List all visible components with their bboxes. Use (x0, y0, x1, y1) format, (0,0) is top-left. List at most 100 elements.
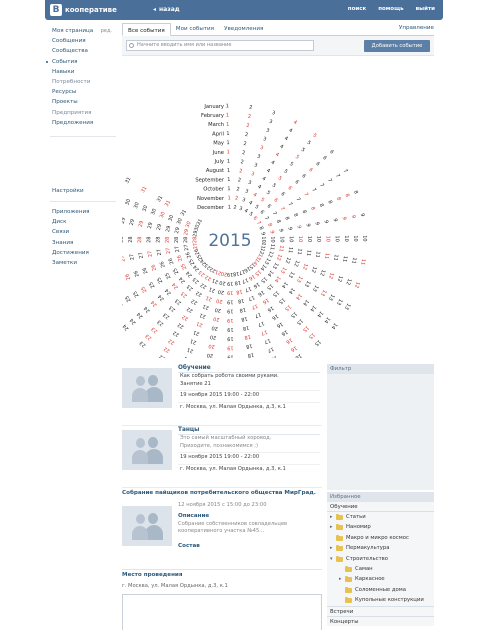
event-datetime: 19 ноября 2015 19:00 - 22:00 (178, 390, 320, 400)
tab-notifications[interactable]: Уведомления (219, 22, 268, 35)
calendar-day: 14 (315, 310, 324, 319)
event-address: г. Москва, ул. Малая Ордынка, д.3, к.1 (178, 463, 320, 474)
event-title[interactable]: Обучение (178, 364, 320, 373)
calendar-day: 25 (172, 267, 180, 276)
sidebar-divider (50, 135, 116, 137)
tab-my-events[interactable]: Мои события (171, 22, 219, 35)
top-link-logout[interactable]: выйти (416, 6, 435, 12)
category-item[interactable]: Купольные конструкции (327, 595, 434, 605)
calendar-month-label: June (212, 150, 224, 156)
calendar-day: 29 (165, 225, 172, 232)
search-input[interactable]: Начните вводить имя или название (126, 40, 314, 51)
sidebar-extra-item-0[interactable]: Приложения (46, 207, 116, 217)
sidebar-item-3[interactable]: События (46, 57, 116, 67)
back-link[interactable]: ◂ назад (153, 6, 180, 13)
category-section[interactable]: Обучение (327, 502, 434, 512)
meeting-title[interactable]: Собрание пайщиков потребительского общес… (122, 490, 332, 496)
sidebar-item-1[interactable]: Сообщения (46, 36, 116, 46)
sidebar-item-2[interactable]: Сообщества (46, 46, 116, 56)
chevron-down-icon[interactable]: ▾ (330, 554, 333, 564)
sidebar-item-label: Приложения (52, 209, 90, 216)
category-item[interactable]: ▸ Статьи (327, 512, 434, 522)
category-item[interactable]: ▸ Пермакультура (327, 543, 434, 553)
meeting-composition-link[interactable]: Состав (178, 543, 200, 549)
venue-map[interactable] (122, 594, 322, 630)
category-concerts[interactable]: Концерты (327, 615, 434, 626)
calendar-day: 3 (244, 188, 249, 195)
category-item[interactable]: ▾ Строительство (327, 554, 434, 564)
calendar-day: 17 (263, 337, 271, 345)
calendar-month-label: December (197, 205, 225, 211)
sidebar-item-7[interactable]: Проекты (46, 97, 116, 107)
sidebar-item-9[interactable]: Предложения (46, 118, 116, 128)
sidebar-item-8[interactable]: Предприятия (46, 108, 116, 118)
logo[interactable]: В кооперативе (50, 4, 117, 16)
tab-all-events[interactable]: Все события (122, 23, 171, 36)
calendar-day: 23 (162, 311, 171, 320)
calendar-day: 5 (253, 204, 259, 211)
sidebar-item-settings[interactable]: Настройки (46, 186, 116, 196)
calendar-month-label: November (197, 196, 225, 202)
sidebar-extra-item-4[interactable]: Достижения (46, 248, 116, 258)
calendar-day: 3 (250, 171, 255, 178)
calendar-day: 17 (270, 354, 278, 358)
top-link-help[interactable]: помощь (378, 6, 403, 12)
chevron-right-icon[interactable]: ▸ (330, 522, 333, 532)
sidebar-item-5[interactable]: Потребности (46, 77, 116, 87)
category-item[interactable]: Макро и микро космос (327, 533, 434, 543)
event-title[interactable]: Танцы (178, 426, 320, 435)
calendar-day: 14 (280, 280, 289, 289)
calendar-day: 1 (226, 103, 229, 109)
calendar-day: 12 (284, 256, 292, 264)
calendar-day: 15 (277, 296, 286, 305)
venue-heading: Место проведения (122, 572, 183, 578)
sidebar: Моя страница ред. Сообщения Сообщества Событ… (46, 26, 116, 268)
calendar-day: 2 (246, 123, 250, 129)
manage-link[interactable]: Управление (399, 25, 434, 31)
calendar-day: 27 (156, 249, 163, 256)
top-link-search[interactable]: поиск (348, 6, 366, 12)
sidebar-item-0[interactable]: Моя страница ред. (46, 26, 116, 36)
event-card[interactable]: Танцы Это самый масштабный хоровод. Прих… (122, 426, 322, 488)
calendar-day: 23 (144, 332, 153, 341)
calendar-day: 13 (295, 275, 303, 284)
calendar-day: 23 (150, 325, 159, 334)
sidebar-extra-item-5[interactable]: Заметки (46, 258, 116, 268)
sidebar-extra-item-1[interactable]: Диск (46, 217, 116, 227)
sidebar-item-6[interactable]: Ресурсы (46, 87, 116, 97)
category-meetings[interactable]: Встречи (327, 605, 434, 616)
calendar-day: 2 (233, 205, 237, 211)
category-item[interactable]: ▸ Каркасное (327, 574, 434, 584)
category-item[interactable]: ▸ Наномир (327, 522, 434, 532)
calendar-day: 31 (124, 176, 132, 185)
calendar-day: 16 (280, 328, 289, 336)
calendar-day: 3 (247, 180, 252, 187)
favorites-heading[interactable]: Избранное (327, 492, 434, 502)
calendar-day: 17 (257, 320, 265, 328)
calendar-day: 6 (293, 179, 300, 185)
calendar-day: 20 (210, 334, 217, 341)
category-item[interactable]: Саман (327, 564, 434, 574)
sidebar-item-4[interactable]: Навыки (46, 67, 116, 77)
category-item[interactable]: Соломенные дома (327, 585, 434, 595)
sidebar-item-label: Потребности (52, 78, 91, 85)
sidebar-extra-item-2[interactable]: Связи (46, 227, 116, 237)
top-bar: В кооперативе ◂ назад поиск помощь выйти (45, 0, 443, 20)
calendar-day: 8 (318, 203, 325, 208)
calendar-day: 25 (124, 294, 132, 303)
add-event-button[interactable]: Добавить событие (364, 40, 430, 52)
calendar-day: 1 (227, 158, 230, 164)
calendar-day: 18 (236, 288, 243, 295)
calendar-day: 24 (136, 311, 145, 320)
sidebar-edit-link[interactable]: ред. (101, 26, 112, 36)
category-label: Статьи (346, 514, 366, 520)
event-card[interactable]: Обучение Как собрать робота своими рукам… (122, 364, 322, 426)
chevron-right-icon[interactable]: ▸ (330, 512, 333, 522)
calendar-day: 21 (199, 312, 207, 320)
calendar-day: 27 (138, 252, 145, 259)
calendar-day: 2 (247, 114, 251, 120)
chevron-right-icon[interactable]: ▸ (330, 543, 333, 553)
chevron-right-icon[interactable]: ▸ (339, 574, 342, 584)
calendar-day: 24 (157, 293, 166, 302)
sidebar-extra-item-3[interactable]: Знания (46, 238, 116, 248)
